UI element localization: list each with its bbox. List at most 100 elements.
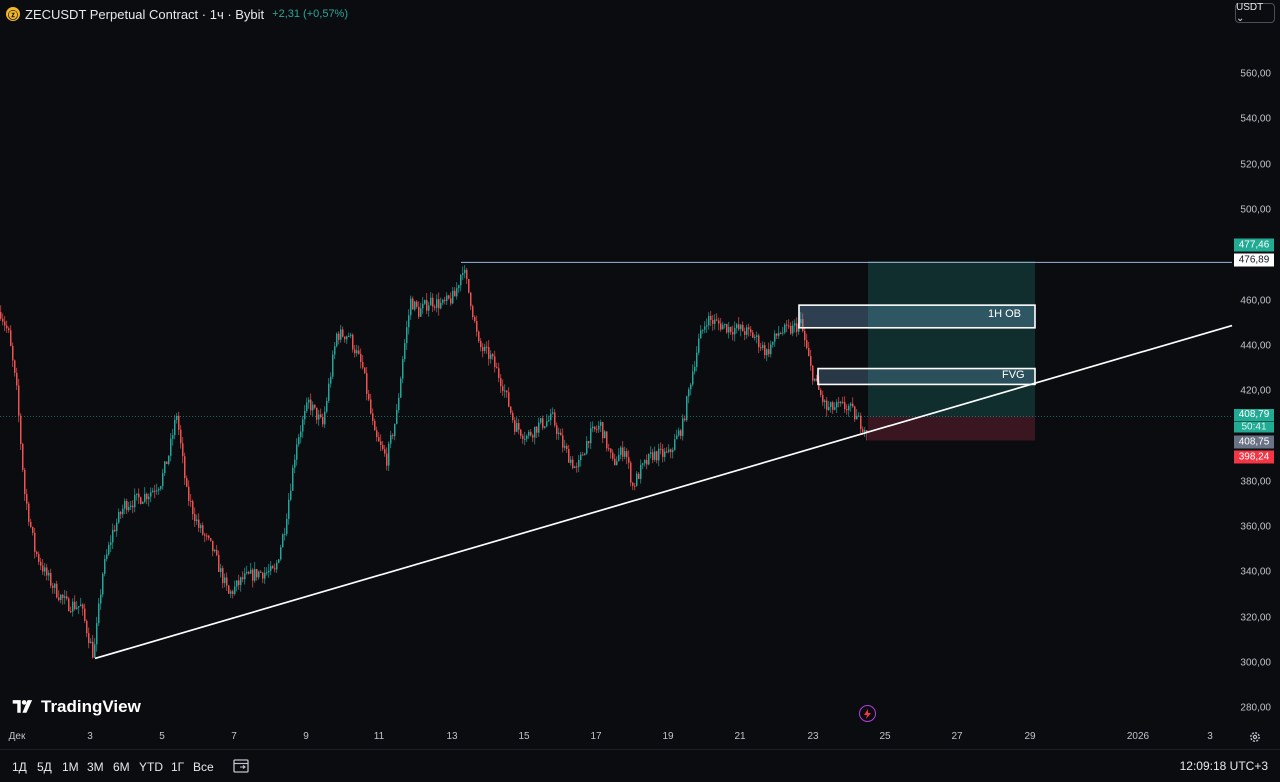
candle	[324, 411, 326, 425]
candle	[630, 462, 632, 483]
candle	[336, 333, 338, 347]
currency-button[interactable]: USDT ⌄	[1235, 2, 1275, 24]
candle	[588, 441, 590, 444]
candle	[244, 573, 246, 580]
candle	[450, 298, 452, 304]
candle	[796, 323, 798, 332]
candle	[382, 445, 384, 450]
candle	[864, 430, 866, 432]
candle	[356, 350, 358, 354]
candle	[636, 473, 638, 486]
candle	[262, 572, 264, 579]
price-chart[interactable]	[0, 0, 1280, 781]
clock[interactable]: 12:09:18 UTC+3	[1180, 759, 1268, 773]
stop-price-badge: 398,24	[1234, 450, 1274, 464]
gear-icon[interactable]	[1249, 730, 1261, 742]
candle	[330, 376, 332, 384]
candle	[826, 400, 828, 410]
candle	[44, 567, 46, 572]
candle	[576, 466, 578, 468]
timeframe-button[interactable]: 3М	[87, 760, 104, 774]
tradingview-brand[interactable]: TradingView	[10, 697, 141, 717]
candle	[412, 298, 414, 310]
candle	[674, 439, 676, 451]
candle	[268, 570, 270, 573]
candle	[138, 493, 140, 498]
timeframe-button[interactable]: 6М	[113, 760, 130, 774]
candle	[820, 389, 822, 395]
candle	[202, 525, 204, 535]
candle	[122, 508, 124, 515]
timeframe-button[interactable]: Все	[193, 760, 214, 774]
candle	[414, 301, 416, 310]
candle	[352, 334, 354, 350]
candle	[354, 349, 356, 354]
candle	[340, 329, 342, 340]
candle	[350, 334, 352, 336]
candle	[74, 601, 76, 609]
candle	[274, 568, 276, 570]
candle	[150, 492, 152, 497]
candle	[188, 486, 190, 501]
candle	[220, 568, 222, 572]
candle	[628, 457, 630, 463]
candle	[776, 333, 778, 336]
candle	[468, 278, 470, 293]
candle	[90, 641, 92, 644]
timeframe-button[interactable]: 5Д	[37, 760, 52, 774]
candle	[358, 350, 360, 354]
candle	[460, 274, 462, 286]
candle	[424, 300, 426, 304]
candle	[544, 426, 546, 428]
candle	[696, 352, 698, 367]
timeframe-button[interactable]: YTD	[139, 760, 163, 774]
candle	[488, 347, 490, 359]
candle	[50, 573, 52, 586]
candle	[286, 518, 288, 534]
candle	[482, 347, 484, 351]
candle	[198, 519, 200, 528]
candle	[118, 511, 120, 523]
candle	[344, 336, 346, 340]
candle	[182, 443, 184, 457]
candle	[828, 407, 830, 410]
entry-price-badge: 408,75	[1234, 435, 1274, 449]
candle	[248, 571, 250, 574]
candle	[590, 428, 592, 444]
candle	[524, 438, 526, 440]
candle	[134, 495, 136, 508]
candle	[160, 486, 162, 489]
candles	[0, 264, 868, 659]
candle	[76, 607, 78, 609]
candle	[780, 333, 782, 335]
candle	[480, 340, 482, 348]
candle	[838, 402, 840, 404]
candle	[552, 412, 554, 414]
candle	[542, 418, 544, 428]
target-price-badge: 477,46	[1234, 238, 1274, 252]
lightning-icon[interactable]	[859, 705, 876, 722]
calendar-range-icon[interactable]	[233, 758, 249, 773]
candle	[634, 485, 636, 487]
candle	[416, 301, 418, 307]
candle	[216, 550, 218, 555]
candle	[196, 519, 198, 522]
candle	[496, 367, 498, 369]
candle	[618, 454, 620, 462]
candle	[326, 400, 328, 412]
symbol-header[interactable]: ⓩ ZECUSDT Perpetual Contract · 1ч · Bybi…	[6, 4, 348, 24]
candle	[664, 451, 666, 457]
candle	[26, 494, 28, 504]
candle	[142, 501, 144, 504]
candle	[734, 328, 736, 335]
candle	[308, 399, 310, 403]
timeframe-button[interactable]: 1Д	[12, 760, 27, 774]
candle	[656, 451, 658, 461]
timeframe-button[interactable]: 1Г	[171, 760, 184, 774]
price-axis-label: 420,00	[1240, 385, 1271, 397]
candle	[646, 460, 648, 465]
candle	[438, 299, 440, 309]
candle	[580, 454, 582, 460]
timeframe-button[interactable]: 1М	[62, 760, 79, 774]
time-axis-label: 23	[807, 731, 819, 742]
